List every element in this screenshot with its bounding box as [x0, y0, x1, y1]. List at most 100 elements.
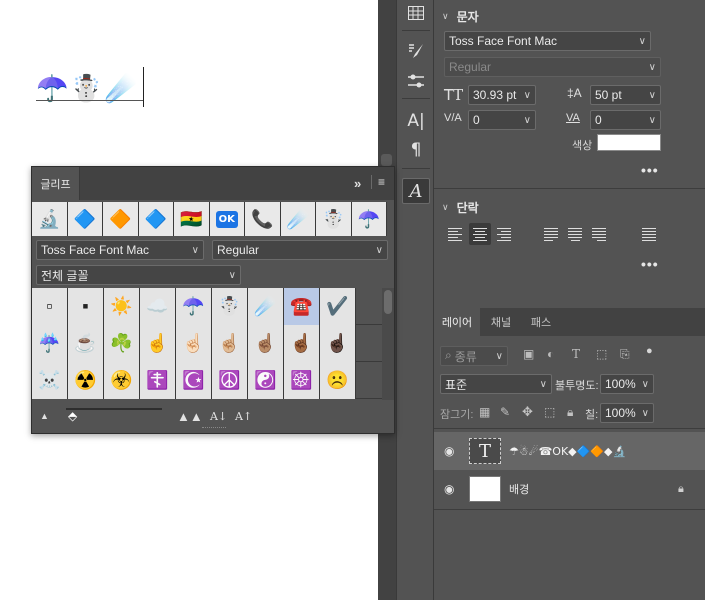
glyph-cell[interactable]: ☕: [68, 325, 104, 362]
layer-name[interactable]: 배경: [509, 481, 529, 497]
size-slider-handle[interactable]: ⬘: [68, 409, 77, 423]
glyph-cell[interactable]: ☪️: [176, 362, 212, 399]
tab-paths[interactable]: 패스: [522, 308, 560, 336]
fill-field[interactable]: 100% ∨: [600, 403, 654, 423]
recent-glyph-cell[interactable]: 📞: [245, 202, 281, 236]
decrease-glyph-size-icon[interactable]: A↓: [210, 410, 227, 423]
justify-last-right-icon[interactable]: [588, 223, 610, 245]
recent-glyph-cell[interactable]: 🔷: [138, 202, 174, 236]
kerning-field[interactable]: 0 ∨: [468, 110, 536, 130]
glyph-font-style-select[interactable]: Regular ∨: [212, 240, 388, 260]
glyph-cell[interactable]: ☯️: [248, 362, 284, 399]
glyph-cell[interactable]: ☦️: [140, 362, 176, 399]
glyph-cell[interactable]: ☀️: [104, 288, 140, 325]
increase-glyph-size-icon[interactable]: A↑: [235, 410, 252, 423]
eye-icon[interactable]: ◉: [444, 444, 454, 458]
align-right-icon[interactable]: [493, 223, 515, 245]
glyph-cell[interactable]: ☎️: [284, 288, 320, 325]
glyph-cell[interactable]: ☝️: [140, 325, 176, 362]
font-size-field[interactable]: 30.93 pt ∨: [468, 85, 536, 105]
layer-name[interactable]: ☂☃☄☎OK◆🔷🔶◆🔬: [509, 445, 626, 458]
glyph-cell[interactable]: ☃️: [212, 288, 248, 325]
glyph-cell[interactable]: ▪: [68, 288, 104, 325]
text-color-swatch[interactable]: [597, 134, 661, 151]
layer-row[interactable]: ◉ 배경 🔒︎: [434, 470, 705, 508]
glyph-cell[interactable]: ☣️: [104, 362, 140, 399]
character-section-header[interactable]: ∨ 문자: [442, 8, 479, 25]
glyph-category-select[interactable]: 전체 글꼴 ∨: [36, 265, 241, 285]
glyph-cell[interactable]: ▫: [32, 288, 68, 325]
glyph-cell[interactable]: ☝🏾: [284, 325, 320, 362]
lock-pixels-icon[interactable]: ✎: [500, 405, 510, 419]
scrollbar-thumb[interactable]: [384, 290, 392, 314]
paragraph-icon[interactable]: ¶: [402, 137, 430, 163]
glyph-cell[interactable]: ☮️: [212, 362, 248, 399]
recent-glyph-cell[interactable]: ☄️: [280, 202, 316, 236]
glyph-cell[interactable]: ☠️: [32, 362, 68, 399]
layer-filter-select[interactable]: ⌕ 종류 ∨: [440, 346, 508, 366]
collapse-icon[interactable]: »: [354, 176, 361, 191]
glyph-cell[interactable]: ☄️: [248, 288, 284, 325]
large-mountain-icon[interactable]: ▲▲: [177, 409, 203, 424]
recent-glyph-cell[interactable]: ☂️: [351, 202, 387, 236]
glyphs-icon[interactable]: A: [402, 178, 430, 204]
more-options-icon[interactable]: •••: [641, 162, 659, 178]
tab-glyphs[interactable]: 글리프: [32, 167, 80, 200]
recent-glyph-cell[interactable]: 🔷: [67, 202, 103, 236]
glyph-font-family-select[interactable]: Toss Face Font Mac ∨: [36, 240, 204, 260]
lock-transparent-icon[interactable]: ▦: [479, 405, 490, 419]
smart-object-filter-icon[interactable]: ⎘: [620, 347, 630, 362]
align-center-icon[interactable]: [469, 223, 491, 245]
lock-position-icon[interactable]: ✥: [522, 404, 533, 420]
small-mountain-icon[interactable]: ▲: [40, 411, 49, 421]
recent-glyph-cell[interactable]: 🔬: [32, 202, 68, 236]
glyph-cell[interactable]: ☝🏽: [248, 325, 284, 362]
glyph-cell[interactable]: ☢️: [68, 362, 104, 399]
glyph-cell[interactable]: ☘️: [104, 325, 140, 362]
image-filter-icon[interactable]: ▣: [523, 347, 534, 361]
tab-channels[interactable]: 채널: [482, 308, 520, 336]
gutter-handle[interactable]: [381, 154, 392, 166]
character-icon[interactable]: A|: [402, 108, 430, 134]
justify-last-center-icon[interactable]: [564, 223, 586, 245]
recent-glyph-cell[interactable]: ☃️: [316, 202, 352, 236]
opacity-field[interactable]: 100% ∨: [600, 374, 654, 394]
type-filter-icon[interactable]: T: [572, 347, 580, 361]
glyph-cell[interactable]: ☂️: [176, 288, 212, 325]
leading-field[interactable]: 50 pt ∨: [590, 85, 661, 105]
font-family-select[interactable]: Toss Face Font Mac ∨: [444, 31, 651, 51]
lock-all-icon[interactable]: 🔒︎: [567, 405, 573, 420]
glyph-cell[interactable]: ☸️: [284, 362, 320, 399]
more-options-icon[interactable]: •••: [641, 256, 659, 272]
glyph-cell[interactable]: ☝🏼: [212, 325, 248, 362]
brush-settings-icon[interactable]: [402, 38, 430, 64]
layer-row[interactable]: ◉ T ☂☃☄☎OK◆🔷🔶◆🔬: [434, 432, 705, 470]
justify-last-left-icon[interactable]: [540, 223, 562, 245]
size-slider-track[interactable]: [66, 408, 162, 410]
recent-glyph-cell[interactable]: 🔶: [103, 202, 139, 236]
glyph-cell[interactable]: ☁️: [140, 288, 176, 325]
filter-toggle-icon[interactable]: ●: [646, 345, 653, 357]
justify-all-icon[interactable]: [638, 223, 660, 245]
sliders-icon[interactable]: [402, 68, 430, 94]
shape-filter-icon[interactable]: ⬚: [596, 347, 607, 361]
glyph-cell[interactable]: ☹️: [320, 362, 356, 399]
adjustment-filter-icon[interactable]: ◐: [547, 347, 554, 361]
tracking-field[interactable]: 0 ∨: [590, 110, 661, 130]
lock-artboard-icon[interactable]: ⬚: [544, 405, 555, 419]
glyph-cell[interactable]: ☝🏿: [320, 325, 356, 362]
glyph-cell[interactable]: ✔️: [320, 288, 356, 325]
glyph-cell[interactable]: ☔: [32, 325, 68, 362]
glyph-cell[interactable]: ☝🏻: [176, 325, 212, 362]
table-icon[interactable]: [402, 0, 430, 26]
blend-mode-select[interactable]: 표준 ∨: [440, 374, 552, 394]
align-left-icon[interactable]: [444, 223, 466, 245]
paragraph-section-header[interactable]: ∨ 단락: [442, 199, 479, 216]
glyph-grid-scrollbar[interactable]: [382, 288, 394, 400]
properties-panel: ∨ 문자 Toss Face Font Mac ∨ Regular ∨ ꓔT 30.…: [434, 0, 705, 600]
recent-glyph-cell[interactable]: OK: [209, 202, 245, 236]
eye-icon[interactable]: ◉: [444, 482, 454, 496]
recent-glyph-cell[interactable]: 🇬🇭: [174, 202, 210, 236]
panel-menu-icon[interactable]: ≡: [378, 175, 385, 189]
tab-layers[interactable]: 레이어: [434, 308, 480, 336]
